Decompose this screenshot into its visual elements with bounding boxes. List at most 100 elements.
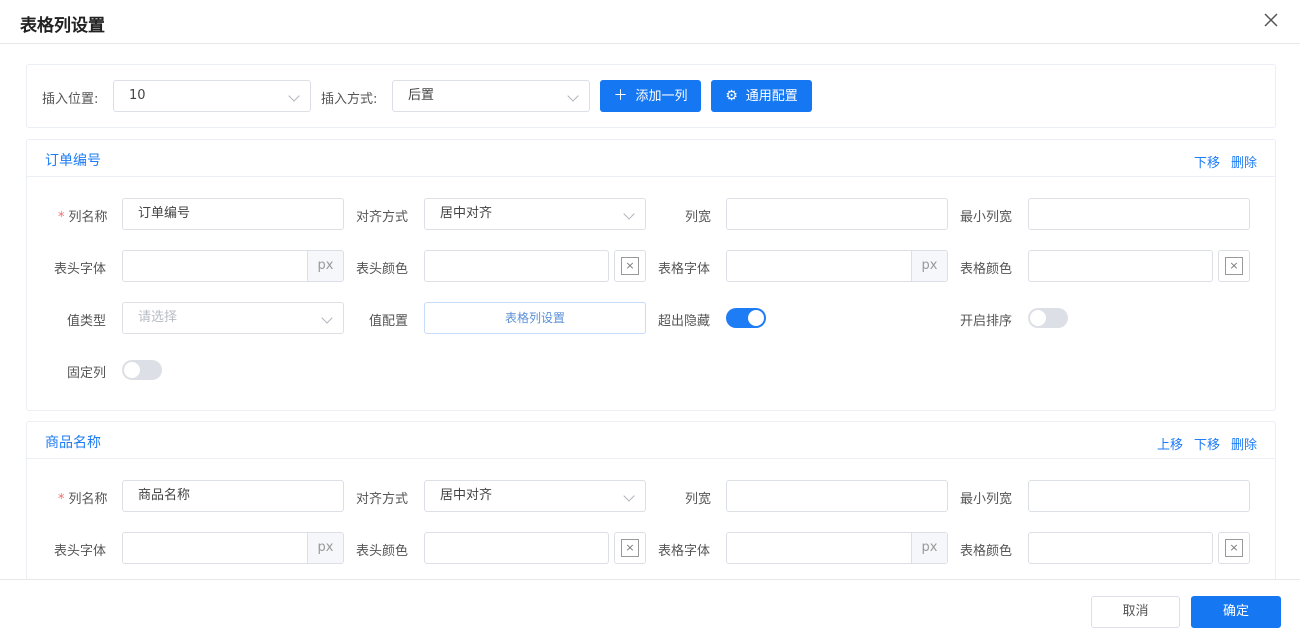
width-input[interactable] [726, 198, 948, 230]
common-config-button[interactable]: ⚙ 通用配置 [711, 80, 812, 112]
switch-knob [124, 362, 140, 378]
fixed-label: 固定列 [67, 366, 107, 381]
dialog-body[interactable]: 插入位置: 10 插入方式: 后置 ＋ 添加一列 ⚙ 通用配置 订单编号 下移 删… [0, 44, 1300, 579]
switch-knob [748, 310, 764, 326]
column-panel-title: 订单编号 [45, 153, 101, 169]
min-width-label: 最小列宽 [960, 210, 1013, 225]
insert-position-select[interactable]: 10 [113, 80, 311, 112]
px-suffix: px [307, 533, 343, 563]
dialog-header: 表格列设置 [0, 0, 1300, 44]
align-label: 对齐方式 [356, 492, 409, 507]
column-panel-actions: 下移 删除 [1194, 152, 1257, 171]
align-value: 居中对齐 [440, 206, 493, 221]
sortable-switch[interactable] [1028, 308, 1068, 328]
chevron-down-icon [321, 312, 333, 324]
switch-knob [1030, 310, 1046, 326]
column-panel-order-no: 订单编号 下移 删除 * 列名称 订单编号 对齐方式 居中对齐 列宽 最小列宽 表… [26, 139, 1276, 411]
confirm-button[interactable]: 确定 [1191, 596, 1281, 628]
header-font-label: 表头字体 [54, 262, 107, 277]
delete-link[interactable]: 删除 [1231, 434, 1257, 453]
header-color-label: 表头颜色 [356, 262, 409, 277]
value-type-select[interactable]: 请选择 [122, 302, 344, 334]
add-column-button[interactable]: ＋ 添加一列 [600, 80, 701, 112]
value-type-placeholder: 请选择 [138, 310, 178, 325]
value-type-label: 值类型 [67, 314, 107, 329]
column-name-input[interactable]: 订单编号 [122, 198, 344, 230]
value-config-button[interactable]: 表格列设置 [424, 302, 646, 334]
px-suffix: px [911, 533, 947, 563]
header-color-picker[interactable]: × [614, 250, 646, 282]
min-width-input[interactable] [1028, 198, 1250, 230]
header-color-label: 表头颜色 [356, 544, 409, 559]
column-panel-product-name: 商品名称 上移 下移 删除 * 列名称 商品名称 对齐方式 居中对齐 列宽 最小列… [26, 421, 1276, 579]
dialog-footer: 取消 确定 [0, 579, 1300, 642]
cell-color-picker[interactable]: × [1218, 250, 1250, 282]
overflow-hide-switch[interactable] [726, 308, 766, 328]
cell-color-label: 表格颜色 [960, 544, 1013, 559]
cell-font-label: 表格字体 [658, 262, 711, 277]
table-column-settings-dialog: 表格列设置 插入位置: 10 插入方式: 后置 ＋ 添加一列 ⚙ 通用配置 订单编… [0, 0, 1300, 642]
chevron-down-icon [288, 90, 300, 102]
align-label: 对齐方式 [356, 210, 409, 225]
width-label: 列宽 [685, 210, 712, 225]
header-font-label: 表头字体 [54, 544, 107, 559]
cell-font-input[interactable]: px [726, 532, 948, 564]
insert-mode-select[interactable]: 后置 [392, 80, 590, 112]
add-column-label: 添加一列 [635, 89, 688, 104]
header-font-input[interactable]: px [122, 250, 344, 282]
chevron-down-icon [623, 490, 635, 502]
delete-link[interactable]: 删除 [1231, 152, 1257, 171]
column-panel-title: 商品名称 [45, 435, 101, 451]
move-down-link[interactable]: 下移 [1194, 152, 1220, 171]
insert-mode-value: 后置 [408, 88, 435, 103]
align-select[interactable]: 居中对齐 [424, 480, 646, 512]
gear-icon: ⚙ [725, 88, 738, 104]
cell-color-label: 表格颜色 [960, 262, 1013, 277]
header-color-input[interactable] [424, 532, 609, 564]
column-panel-header: 商品名称 上移 下移 删除 [27, 422, 1275, 459]
cancel-button[interactable]: 取消 [1091, 596, 1180, 628]
column-name-label: * 列名称 [58, 492, 108, 507]
chevron-down-icon [567, 90, 579, 102]
width-input[interactable] [726, 480, 948, 512]
column-panel-header: 订单编号 下移 删除 [27, 140, 1275, 177]
header-color-picker[interactable]: × [614, 532, 646, 564]
close-icon[interactable] [1262, 11, 1280, 29]
chevron-down-icon [623, 208, 635, 220]
insert-mode-label: 插入方式: [321, 92, 378, 107]
clear-icon: × [621, 539, 639, 557]
clear-icon: × [621, 257, 639, 275]
cell-font-input[interactable]: px [726, 250, 948, 282]
fixed-switch[interactable] [122, 360, 162, 380]
column-name-input[interactable]: 商品名称 [122, 480, 344, 512]
column-panel-actions: 上移 下移 删除 [1157, 434, 1257, 453]
cell-font-label: 表格字体 [658, 544, 711, 559]
cell-color-input[interactable] [1028, 250, 1213, 282]
insert-position-value: 10 [129, 88, 146, 103]
clear-icon: × [1225, 539, 1243, 557]
header-font-input[interactable]: px [122, 532, 344, 564]
required-mark: * [58, 210, 65, 225]
value-config-label: 值配置 [369, 314, 409, 329]
insert-position-label: 插入位置: [42, 92, 99, 107]
common-config-label: 通用配置 [745, 89, 798, 104]
move-down-link[interactable]: 下移 [1194, 434, 1220, 453]
px-suffix: px [911, 251, 947, 281]
min-width-input[interactable] [1028, 480, 1250, 512]
required-mark: * [58, 492, 65, 507]
align-select[interactable]: 居中对齐 [424, 198, 646, 230]
header-color-input[interactable] [424, 250, 609, 282]
move-up-link[interactable]: 上移 [1157, 434, 1183, 453]
overflow-hide-label: 超出隐藏 [658, 314, 711, 329]
sortable-label: 开启排序 [960, 314, 1013, 329]
align-value: 居中对齐 [440, 488, 493, 503]
dialog-title: 表格列设置 [20, 16, 105, 36]
clear-icon: × [1225, 257, 1243, 275]
insert-toolbar: 插入位置: 10 插入方式: 后置 ＋ 添加一列 ⚙ 通用配置 [26, 64, 1276, 128]
min-width-label: 最小列宽 [960, 492, 1013, 507]
cell-color-input[interactable] [1028, 532, 1213, 564]
plus-icon: ＋ [613, 88, 628, 104]
cell-color-picker[interactable]: × [1218, 532, 1250, 564]
width-label: 列宽 [685, 492, 712, 507]
column-name-label: * 列名称 [58, 210, 108, 225]
